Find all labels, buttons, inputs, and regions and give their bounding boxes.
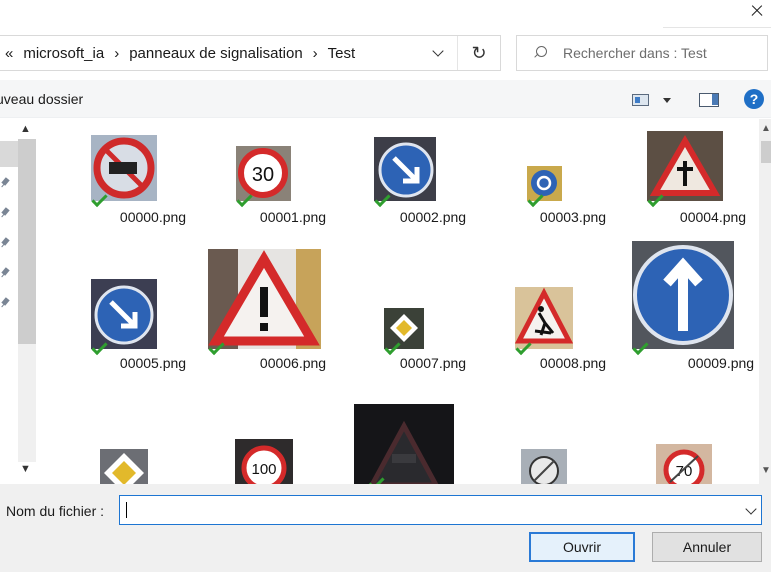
file-name: 00000.png <box>119 209 187 225</box>
checkmark-icon <box>647 194 662 205</box>
file-thumbnail: 100 <box>235 439 293 484</box>
file-name: 00004.png <box>679 209 747 225</box>
checkmark-icon <box>91 194 106 205</box>
file-item[interactable] <box>354 399 484 484</box>
scroll-up-icon[interactable]: ▲ <box>761 123 771 134</box>
file-item[interactable]: 00007.png <box>368 239 498 379</box>
file-item[interactable]: 00003.png <box>508 119 638 234</box>
breadcrumb-separator[interactable]: › <box>313 45 318 62</box>
pin-icon[interactable] <box>0 297 12 309</box>
file-item[interactable]: 00005.png <box>88 239 218 379</box>
view-dropdown-icon[interactable] <box>663 98 671 103</box>
file-name: 00005.png <box>119 355 187 371</box>
checkmark-icon <box>384 342 399 353</box>
breadcrumb-item-test[interactable]: Test <box>328 45 356 62</box>
filename-input[interactable] <box>119 495 762 525</box>
search-placeholder: Rechercher dans : Test <box>563 45 707 61</box>
checkmark-icon <box>236 194 251 205</box>
view-options-icon[interactable] <box>632 94 649 106</box>
navigation-pane: ▲ ▼ <box>0 119 36 484</box>
nav-scrollbar-thumb[interactable] <box>18 139 36 344</box>
title-divider <box>663 27 771 28</box>
address-bar[interactable]: « microsoft_ia › panneaux de signalisati… <box>0 35 501 71</box>
refresh-icon: ↻ <box>471 42 487 63</box>
chevron-down-icon <box>431 45 444 57</box>
svg-text:30: 30 <box>252 164 274 186</box>
open-button[interactable]: Ouvrir <box>529 532 635 562</box>
file-thumbnail: 70 <box>656 444 712 484</box>
new-folder-button[interactable]: uveau dossier <box>0 91 83 107</box>
file-item[interactable]: 00009.png <box>632 239 759 379</box>
pin-icon[interactable] <box>0 207 12 219</box>
file-name: 00002.png <box>399 209 467 225</box>
file-list: 00000.png 30 00001.png 00002.png 00003.p… <box>36 119 759 484</box>
checkmark-icon <box>374 194 389 205</box>
checkmark-icon <box>368 477 383 484</box>
search-box[interactable]: Rechercher dans : Test <box>516 35 768 71</box>
file-item[interactable]: 00006.png <box>208 239 338 379</box>
file-name: 00008.png <box>539 355 607 371</box>
file-name: 00007.png <box>399 355 467 371</box>
file-item[interactable]: 100 <box>228 399 358 484</box>
nav-scroll-down-icon[interactable]: ▼ <box>20 463 31 475</box>
file-name: 00003.png <box>539 209 607 225</box>
file-list-scrollbar[interactable]: ▲ ▼ <box>759 119 771 484</box>
preview-pane-icon[interactable] <box>699 93 719 107</box>
search-icon <box>533 46 547 60</box>
file-item[interactable]: 00000.png <box>88 119 218 234</box>
file-thumbnail <box>208 249 321 349</box>
toolbar: uveau dossier ? <box>0 80 771 118</box>
checkmark-icon <box>515 342 530 353</box>
file-item[interactable] <box>88 399 218 484</box>
file-item[interactable]: 00004.png <box>647 119 759 234</box>
address-dropdown-button[interactable] <box>418 36 458 70</box>
breadcrumb-item-microsoft-ia[interactable]: microsoft_ia <box>23 45 104 62</box>
file-thumbnail <box>632 241 734 349</box>
file-item[interactable] <box>508 399 638 484</box>
checkmark-icon <box>91 342 106 353</box>
file-thumbnail <box>521 449 567 484</box>
file-name: 00009.png <box>687 355 755 371</box>
checkmark-icon <box>632 342 647 353</box>
close-icon[interactable] <box>743 0 771 22</box>
breadcrumb-separator[interactable]: › <box>114 45 119 62</box>
nav-scroll-up-icon[interactable]: ▲ <box>20 123 31 135</box>
chevron-down-icon[interactable] <box>745 503 757 515</box>
pin-icon[interactable] <box>0 237 12 249</box>
pin-icon[interactable] <box>0 177 12 189</box>
file-item[interactable]: 70 <box>648 399 759 484</box>
checkmark-icon <box>208 342 223 353</box>
filename-label: Nom du fichier : <box>6 503 105 519</box>
file-name: 00006.png <box>259 355 327 371</box>
text-caret <box>126 502 127 518</box>
breadcrumb-overflow-chevron[interactable]: « <box>5 45 13 62</box>
pin-icon[interactable] <box>0 267 12 279</box>
file-thumbnail <box>100 449 148 484</box>
file-item[interactable]: 30 00001.png <box>228 119 358 234</box>
scroll-down-icon[interactable]: ▼ <box>761 465 771 476</box>
svg-text:100: 100 <box>251 461 276 478</box>
breadcrumb-item-panneaux[interactable]: panneaux de signalisation <box>129 45 302 62</box>
checkmark-icon <box>527 194 542 205</box>
scrollbar-thumb[interactable] <box>761 141 771 163</box>
help-icon[interactable]: ? <box>744 89 764 109</box>
svg-text:70: 70 <box>676 463 693 480</box>
file-item[interactable]: 00002.png <box>368 119 498 234</box>
file-item[interactable]: 00008.png <box>508 239 638 379</box>
file-thumbnail <box>354 404 454 484</box>
cancel-button[interactable]: Annuler <box>652 532 762 562</box>
file-name: 00001.png <box>259 209 327 225</box>
nav-selected-item[interactable] <box>0 141 18 167</box>
refresh-button[interactable]: ↻ <box>458 36 500 70</box>
breadcrumb: « microsoft_ia › panneaux de signalisati… <box>0 45 418 62</box>
